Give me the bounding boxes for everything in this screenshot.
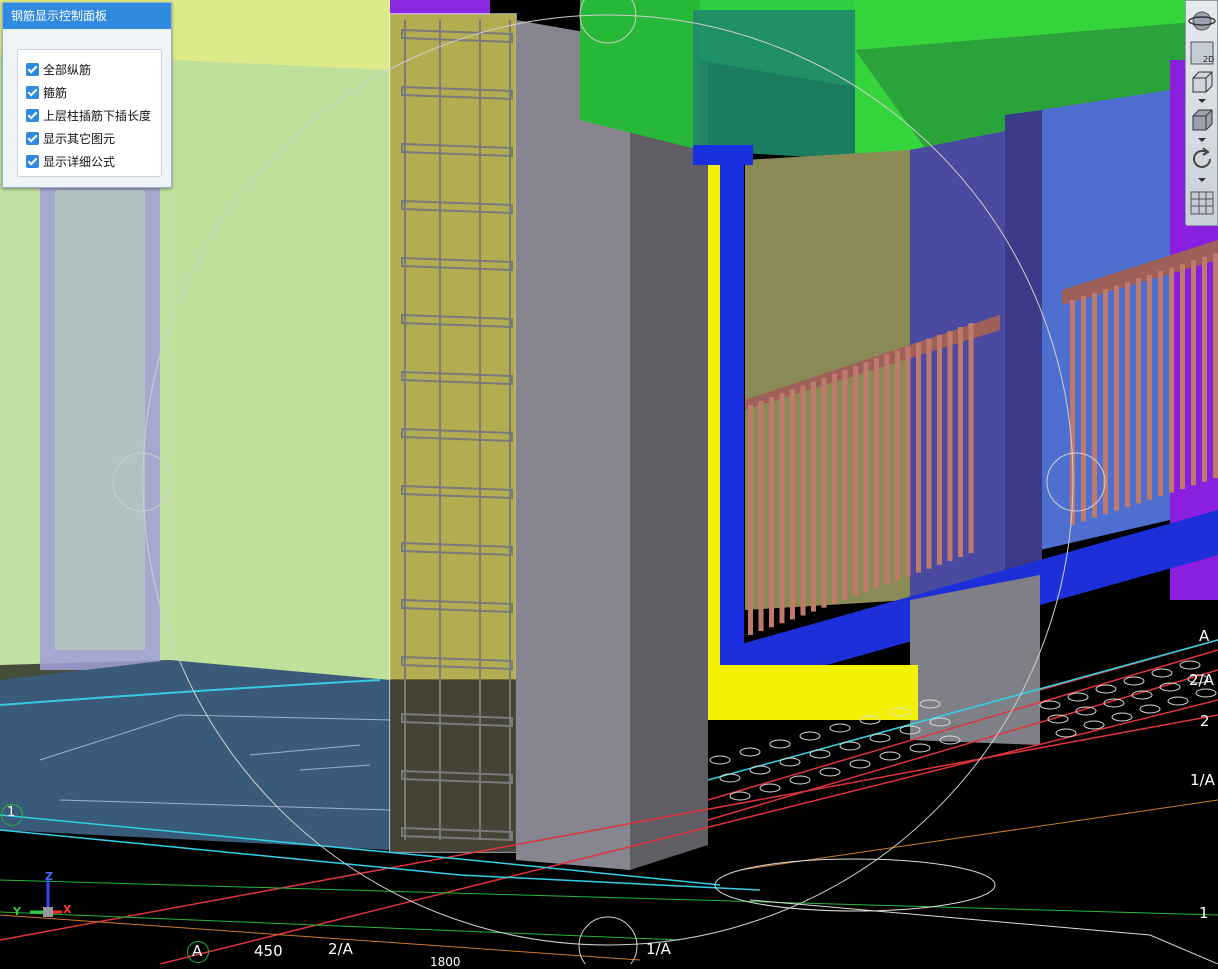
grid-label-right-2a: 2/A bbox=[1189, 671, 1214, 689]
view-2d-label: 2D bbox=[1203, 55, 1214, 64]
grid-label-bottom-2a: 2/A bbox=[328, 940, 353, 958]
option-all-longitudinal-rebar[interactable]: 全部纵筋 bbox=[26, 58, 161, 81]
option-upper-column-dowel-length[interactable]: 上层柱插筋下插长度 bbox=[26, 104, 161, 127]
grid-label-right-1: 1 bbox=[1199, 904, 1209, 922]
checkbox-upper-column-dowel-length[interactable] bbox=[26, 109, 39, 122]
option-show-other-elements[interactable]: 显示其它图元 bbox=[26, 127, 161, 150]
option-stirrups[interactable]: 箍筋 bbox=[26, 81, 161, 104]
chevron-down-icon[interactable] bbox=[1198, 138, 1206, 142]
panel-options: 全部纵筋 箍筋 上层柱插筋下插长度 显示其它图元 显示详细公式 bbox=[17, 49, 162, 177]
blue-beam-top bbox=[693, 145, 753, 165]
solid-box-icon[interactable] bbox=[1188, 107, 1216, 135]
option-show-detailed-formula[interactable]: 显示详细公式 bbox=[26, 150, 161, 173]
viewport-3d[interactable] bbox=[0, 0, 1218, 964]
chevron-down-icon[interactable] bbox=[1198, 99, 1206, 103]
wall-column bbox=[1005, 110, 1042, 585]
checkbox-all-longitudinal-rebar[interactable] bbox=[26, 63, 39, 76]
grid-label-right-2: 2 bbox=[1200, 712, 1210, 730]
axis-z-label: Z bbox=[45, 870, 53, 883]
option-label: 显示其它图元 bbox=[43, 132, 116, 146]
checkbox-show-other-elements[interactable] bbox=[26, 132, 39, 145]
grid-label-right-a: A bbox=[1199, 627, 1210, 645]
checkbox-show-detailed-formula[interactable] bbox=[26, 155, 39, 168]
teal-block bbox=[693, 10, 860, 160]
orbit-sphere-icon[interactable] bbox=[1188, 7, 1216, 35]
option-label: 全部纵筋 bbox=[43, 63, 92, 77]
yellow-ledge bbox=[708, 665, 918, 720]
panel-title[interactable]: 钢筋显示控制面板 bbox=[3, 3, 171, 29]
grid-table-icon[interactable] bbox=[1188, 189, 1216, 217]
chevron-down-icon[interactable] bbox=[1198, 178, 1206, 182]
view-2d-icon[interactable]: 2D bbox=[1188, 39, 1216, 67]
grid-label-left-1: 1 bbox=[7, 805, 16, 820]
column-lower bbox=[390, 680, 516, 852]
column-fill bbox=[390, 14, 516, 679]
grid-label-bottom-1a: 1/A bbox=[646, 940, 671, 958]
grid-label-bottom-450: 450 bbox=[254, 942, 283, 960]
option-label: 显示详细公式 bbox=[43, 155, 116, 169]
view-3d-box-icon[interactable] bbox=[1188, 69, 1216, 97]
grid-label-bottom-a: A bbox=[192, 942, 203, 960]
rebar-display-control-panel: 钢筋显示控制面板 全部纵筋 箍筋 上层柱插筋下插长度 显示其它图元 显示详细公式 bbox=[2, 2, 172, 188]
blue-column bbox=[720, 160, 744, 690]
option-label: 箍筋 bbox=[43, 86, 68, 100]
grey-column-front bbox=[516, 20, 630, 870]
axis-x-label: X bbox=[63, 903, 72, 916]
grid-label-bottom-1800: 1800 bbox=[430, 955, 461, 969]
checkbox-stirrups[interactable] bbox=[26, 86, 39, 99]
axis-y-label: Y bbox=[13, 905, 21, 918]
grid-label-right-1a: 1/A bbox=[1190, 771, 1215, 789]
purple-beam-top bbox=[390, 0, 490, 15]
view-toolbar: 2D bbox=[1185, 0, 1218, 226]
floor-slab bbox=[0, 660, 390, 850]
rotate-icon[interactable] bbox=[1188, 145, 1216, 173]
yellow-column bbox=[708, 160, 720, 700]
option-label: 上层柱插筋下插长度 bbox=[43, 109, 152, 123]
